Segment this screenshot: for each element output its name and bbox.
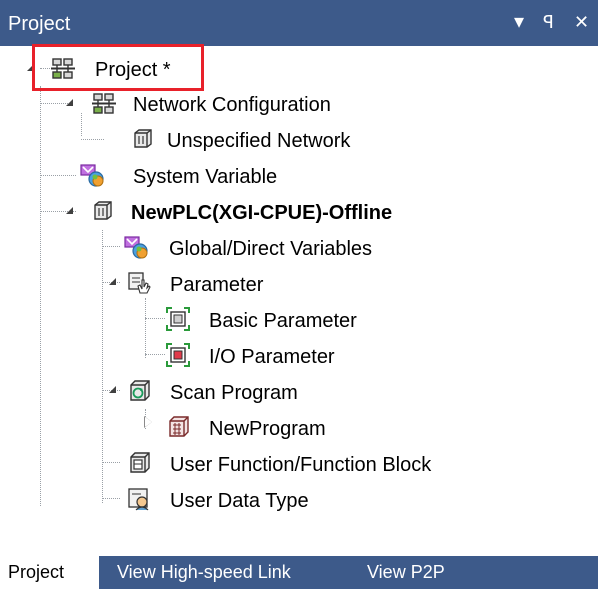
pin-icon[interactable]: ꟼ [543,11,554,33]
tree-item-network-configuration[interactable]: Network Configuration [133,93,331,117]
tree-line [40,86,41,506]
network-config-icon [92,93,116,114]
expand-arrow-icon[interactable] [66,207,73,214]
expand-arrow-icon[interactable] [109,386,116,393]
tree-line [40,175,76,176]
tree-line [145,354,165,355]
data-type-icon [128,488,149,511]
tree-item-new-program[interactable]: NewProgram [209,417,326,441]
tree-item-user-data-type[interactable]: User Data Type [170,489,309,513]
tree-item-parameter[interactable]: Parameter [170,273,263,297]
tree-line [145,318,165,319]
tree-item-plc[interactable]: NewPLC(XGI-CPUE)-Offline [131,201,392,225]
tree-item-user-function-block[interactable]: User Function/Function Block [170,453,431,477]
tree-item-global-direct-variables[interactable]: Global/Direct Variables [169,237,372,261]
tree-line [102,498,120,499]
tab-view-p2p[interactable]: View P2P [367,556,445,589]
tree-line [81,113,82,136]
expand-arrow-icon[interactable] [66,99,73,106]
variables-icon [80,164,104,187]
ladder-program-icon [169,416,189,437]
tree-item-io-parameter[interactable]: I/O Parameter [209,345,335,369]
dropdown-icon[interactable]: ▾ [514,11,524,33]
tab-view-high-speed-link[interactable]: View High-speed Link [117,556,291,589]
collapse-arrow-fill [145,417,152,427]
panel-tab-bar: Project View High-speed Link View P2P [0,556,598,589]
parameter-hand-icon [128,272,151,294]
basic-parameter-icon [166,307,190,331]
function-block-icon [130,452,150,473]
tree-line [40,103,68,104]
tree-line [102,246,120,247]
tree-item-system-variable[interactable]: System Variable [133,165,277,189]
tree-line [102,462,120,463]
tab-project[interactable]: Project [0,556,99,589]
network-icon [134,129,152,148]
io-parameter-icon [166,343,190,367]
tree-item-basic-parameter[interactable]: Basic Parameter [209,309,357,333]
panel-title: Project [8,13,71,35]
tree-item-unspecified-network[interactable]: Unspecified Network [167,129,350,153]
project-tree: Project * Network Configuration Unspecif… [0,46,598,556]
variables-icon [124,236,148,259]
plc-icon [94,201,112,220]
close-icon[interactable]: ✕ [574,11,589,33]
panel-titlebar: Project ▾ ꟼ ✕ [0,0,598,46]
tree-line [145,298,146,358]
tree-line [81,139,104,140]
tree-item-scan-program[interactable]: Scan Program [170,381,298,405]
scan-program-icon [130,380,150,401]
highlight-box [32,44,204,91]
expand-arrow-icon[interactable] [109,278,116,285]
